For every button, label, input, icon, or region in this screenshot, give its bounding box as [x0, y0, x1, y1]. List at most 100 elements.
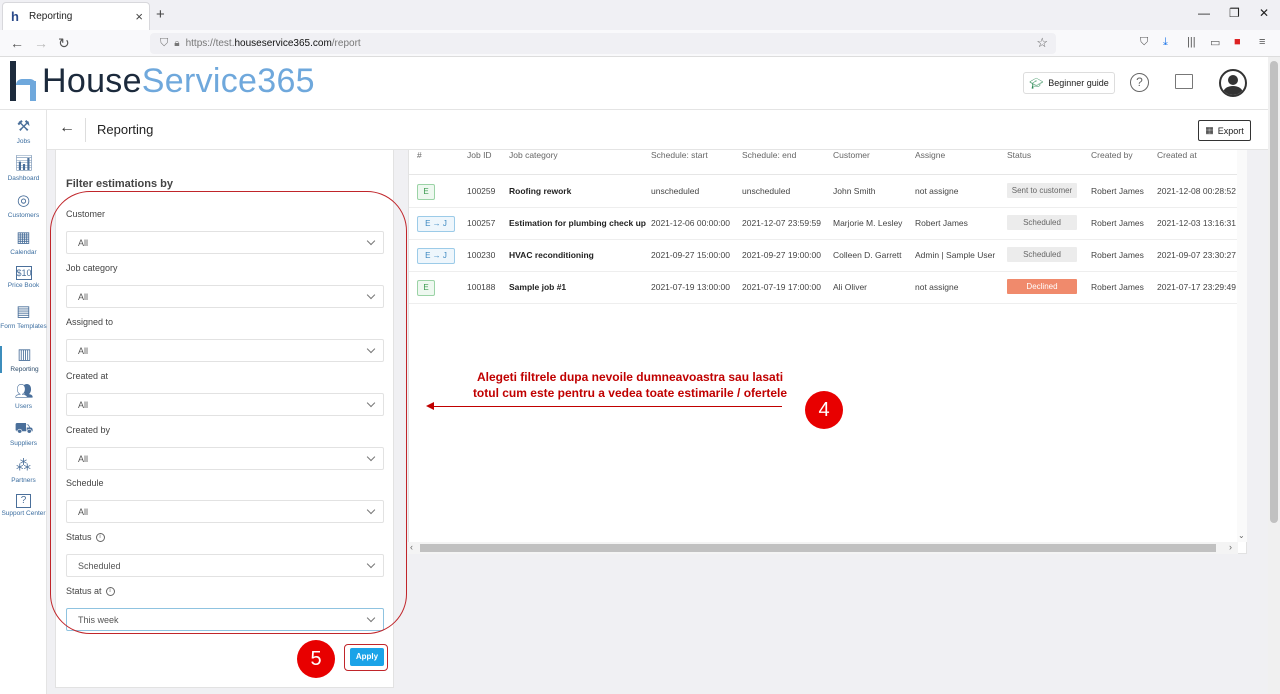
avatar[interactable]	[1219, 69, 1247, 97]
nav-item-reporting[interactable]: ▥ Reporting	[0, 346, 47, 373]
created-at: 2021-09-07 23:30:27	[1157, 250, 1236, 260]
nav-item-users[interactable]: 👥︎ Users	[0, 383, 47, 410]
files-icon[interactable]	[1175, 74, 1193, 89]
scroll-right-icon[interactable]: ›	[1229, 542, 1232, 552]
help-square-icon: ?	[16, 494, 31, 508]
col-header[interactable]: #	[417, 150, 422, 160]
target-icon: ◎	[16, 192, 31, 209]
customer: John Smith	[833, 186, 876, 196]
schedule-start: 2021-09-27 15:00:00	[651, 250, 730, 260]
nav-item-form-templates[interactable]: ▤ Form Templates	[0, 303, 47, 330]
scrollbar-thumb[interactable]	[420, 544, 1216, 552]
export-button[interactable]: ▦ Export	[1198, 120, 1251, 141]
col-header[interactable]: Status	[1007, 150, 1031, 160]
close-tab-icon[interactable]: ×	[135, 9, 143, 24]
filter-title: Filter estimations by	[66, 178, 173, 190]
job-id: 100188	[467, 282, 496, 292]
col-header[interactable]: Job ID	[467, 150, 492, 160]
download-icon[interactable]: ⤓	[1163, 36, 1168, 49]
customer: Colleen D. Garrett	[833, 250, 902, 260]
url-path: /report	[331, 38, 361, 49]
favicon-icon: h	[11, 8, 19, 24]
col-header[interactable]: Schedule: start	[651, 150, 708, 160]
nav-item-dashboard[interactable]: 📊︎ Dashboard	[0, 155, 47, 182]
extension-icon[interactable]: ■	[1234, 36, 1241, 48]
bookmark-star-icon[interactable]: ☆	[1036, 35, 1048, 51]
table-header: # Job ID Job category Schedule: start Sc…	[409, 150, 1246, 175]
reload-icon[interactable]: ↻	[58, 35, 70, 52]
logo-mark-icon	[8, 61, 38, 101]
schedule-start: 2021-07-19 13:00:00	[651, 282, 730, 292]
tools-icon: ⚒	[16, 118, 31, 135]
close-window-icon[interactable]: ✕	[1259, 6, 1269, 20]
browser-nav-bar: ← → ↻ ⛉ 🔒︎ https://test. houseservice365.…	[0, 30, 1280, 57]
minimize-icon[interactable]: —	[1198, 6, 1210, 20]
help-icon[interactable]: ?	[1130, 73, 1149, 92]
url-bar[interactable]: ⛉ 🔒︎ https://test. houseservice365.com/re…	[150, 33, 1056, 54]
scroll-left-icon[interactable]: ‹	[410, 542, 413, 552]
estimation-badge: E	[417, 184, 435, 200]
table-vertical-scrollbar[interactable]: ⌄	[1237, 150, 1247, 542]
table-row[interactable]: E → J 100230 HVAC reconditioning 2021-09…	[409, 240, 1246, 272]
browser-tab[interactable]: h Reporting ×	[2, 2, 150, 30]
job-category[interactable]: Sample job #1	[509, 282, 566, 292]
scroll-down-icon[interactable]: ⌄	[1238, 531, 1245, 540]
graduation-cap-icon: 🎓︎	[1029, 77, 1044, 90]
menu-icon[interactable]: ≡	[1259, 36, 1265, 48]
table-horizontal-scrollbar[interactable]: ‹ ›	[408, 542, 1238, 554]
lock-icon: 🔒︎	[174, 38, 180, 49]
beginner-guide-label: Beginner guide	[1048, 78, 1109, 88]
url-prefix: https://test.	[185, 38, 235, 49]
beginner-guide-button[interactable]: 🎓︎ Beginner guide	[1023, 72, 1115, 94]
users-icon: 👥︎	[14, 383, 34, 400]
status-badge: Scheduled	[1007, 247, 1077, 262]
table-row[interactable]: E 100259 Roofing rework unscheduled unsc…	[409, 176, 1246, 208]
logo[interactable]: HouseService365	[8, 61, 315, 101]
nav-item-jobs[interactable]: ⚒ Jobs	[0, 118, 47, 145]
nav-item-support-center[interactable]: ? Support Center	[0, 494, 47, 517]
schedule-end: 2021-09-27 19:00:00	[742, 250, 821, 260]
col-header[interactable]: Customer	[833, 150, 870, 160]
job-category[interactable]: Estimation for plumbing check up	[509, 218, 646, 228]
back-arrow-icon[interactable]: ←	[59, 119, 75, 137]
nav-item-calendar[interactable]: ▦ Calendar	[0, 229, 47, 256]
customer: Ali Oliver	[833, 282, 868, 292]
page-title: Reporting	[97, 122, 154, 137]
col-header[interactable]: Assigne	[915, 150, 945, 160]
nav-item-suppliers[interactable]: ⛟ Suppliers	[0, 420, 47, 447]
sidebar-icon[interactable]: ▭	[1210, 36, 1220, 49]
table-icon: ▦	[1205, 125, 1214, 135]
new-tab-icon[interactable]: +	[156, 6, 165, 23]
page-scrollbar[interactable]	[1268, 57, 1280, 694]
nav-item-price-book[interactable]: $10 Price Book	[0, 266, 47, 289]
pocket-icon[interactable]: ⛉	[1140, 36, 1148, 49]
nav-item-customers[interactable]: ◎ Customers	[0, 192, 47, 219]
job-category[interactable]: HVAC reconditioning	[509, 250, 594, 260]
shield-icon: ⛉	[160, 37, 169, 49]
bar-chart-icon: 📊︎	[14, 155, 34, 172]
col-header[interactable]: Schedule: end	[742, 150, 796, 160]
page-title-bar: ← Reporting ▦ Export	[47, 110, 1268, 150]
filters-highlight-outline	[50, 191, 407, 634]
table-row[interactable]: E → J 100257 Estimation for plumbing che…	[409, 208, 1246, 240]
col-header[interactable]: Created at	[1157, 150, 1197, 160]
step-5-badge: 5	[297, 640, 335, 678]
col-header[interactable]: Job category	[509, 150, 558, 160]
annotation-text: Alegeti filtrele dupa nevoile dumneavoas…	[430, 369, 830, 401]
col-header[interactable]: Created by	[1091, 150, 1133, 160]
partners-icon: ⁂	[16, 457, 31, 474]
job-id: 100257	[467, 218, 496, 228]
restore-icon[interactable]: ❐	[1229, 6, 1240, 20]
job-id: 100230	[467, 250, 496, 260]
nav-item-partners[interactable]: ⁂ Partners	[0, 457, 47, 484]
job-category[interactable]: Roofing rework	[509, 186, 571, 196]
table-row[interactable]: E 100188 Sample job #1 2021-07-19 13:00:…	[409, 272, 1246, 304]
results-table: # Job ID Job category Schedule: start Sc…	[408, 150, 1247, 554]
status-badge: Scheduled	[1007, 215, 1077, 230]
back-icon[interactable]: ←	[10, 35, 24, 51]
forward-icon[interactable]: →	[34, 35, 48, 51]
page-scrollbar-thumb[interactable]	[1270, 61, 1278, 523]
truck-icon: ⛟	[14, 420, 34, 437]
created-by: Robert James	[1091, 218, 1144, 228]
library-icon[interactable]: |||	[1187, 36, 1196, 48]
